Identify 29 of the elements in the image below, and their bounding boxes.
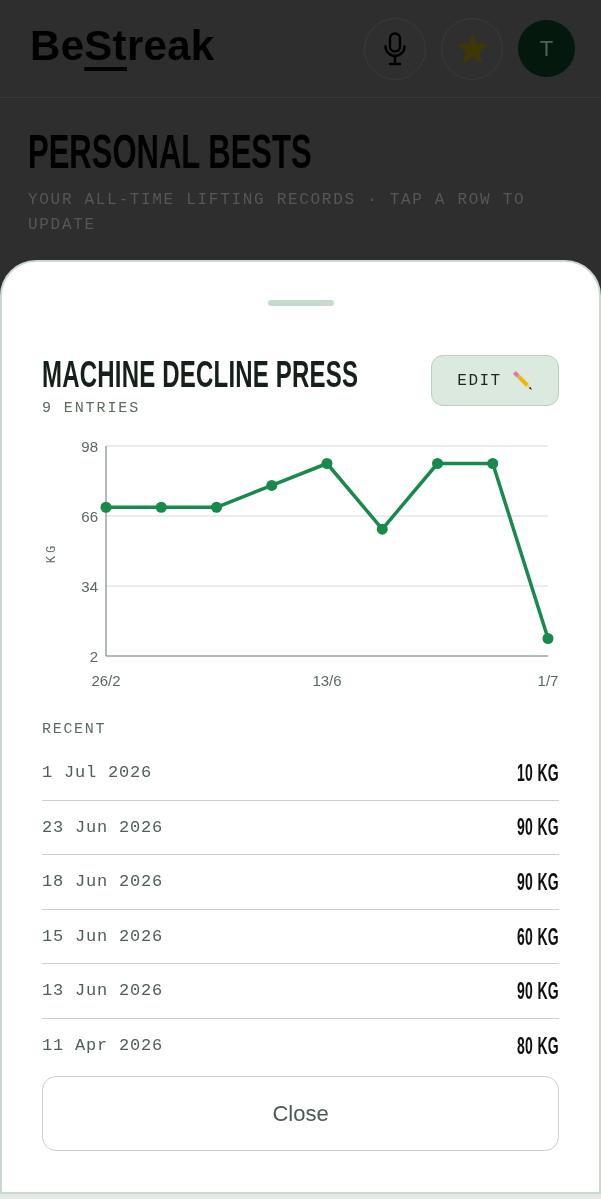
x-tick-label: 26/2: [91, 671, 121, 689]
entry-count: 9 ENTRIES: [42, 399, 141, 419]
entry-date: 15 Jun 2026: [42, 925, 164, 948]
exercise-title: MACHINE DECLINE PRESS: [42, 353, 359, 397]
entry-date: 13 Jun 2026: [42, 980, 164, 1003]
entry-date: 23 Jun 2026: [42, 816, 164, 839]
entry-weight: 90 KG: [517, 868, 559, 896]
entry-weight: 10 KG: [517, 759, 559, 786]
x-tick-label: 13/6: [312, 671, 342, 689]
y-tick-label: 98: [81, 437, 98, 455]
x-tick-label: 1/7: [537, 671, 559, 689]
entry-weight: 80 KG: [517, 1032, 559, 1059]
y-tick-label: 2: [89, 647, 98, 665]
y-axis-title: KG: [45, 542, 59, 564]
y-tick-label: 66: [81, 507, 98, 525]
y-tick-label: 34: [81, 577, 98, 595]
star-icon: [455, 33, 489, 64]
entry-weight: 90 KG: [517, 814, 559, 841]
entry-weight: 90 KG: [517, 977, 559, 1005]
microphone-icon: [383, 31, 407, 66]
entry-date: 11 Apr 2026: [42, 1035, 164, 1057]
pencil-icon: [511, 370, 533, 391]
close-button[interactable]: Close: [42, 1076, 559, 1151]
edit-button[interactable]: EDIT: [431, 355, 559, 406]
section-heading: RECENT: [42, 720, 107, 740]
entry-date: 18 Jun 2026: [42, 871, 164, 894]
drag-handle[interactable]: [267, 300, 334, 306]
entry-weight: 60 KG: [517, 923, 559, 950]
entry-date: 1 Jul 2026: [42, 762, 153, 785]
